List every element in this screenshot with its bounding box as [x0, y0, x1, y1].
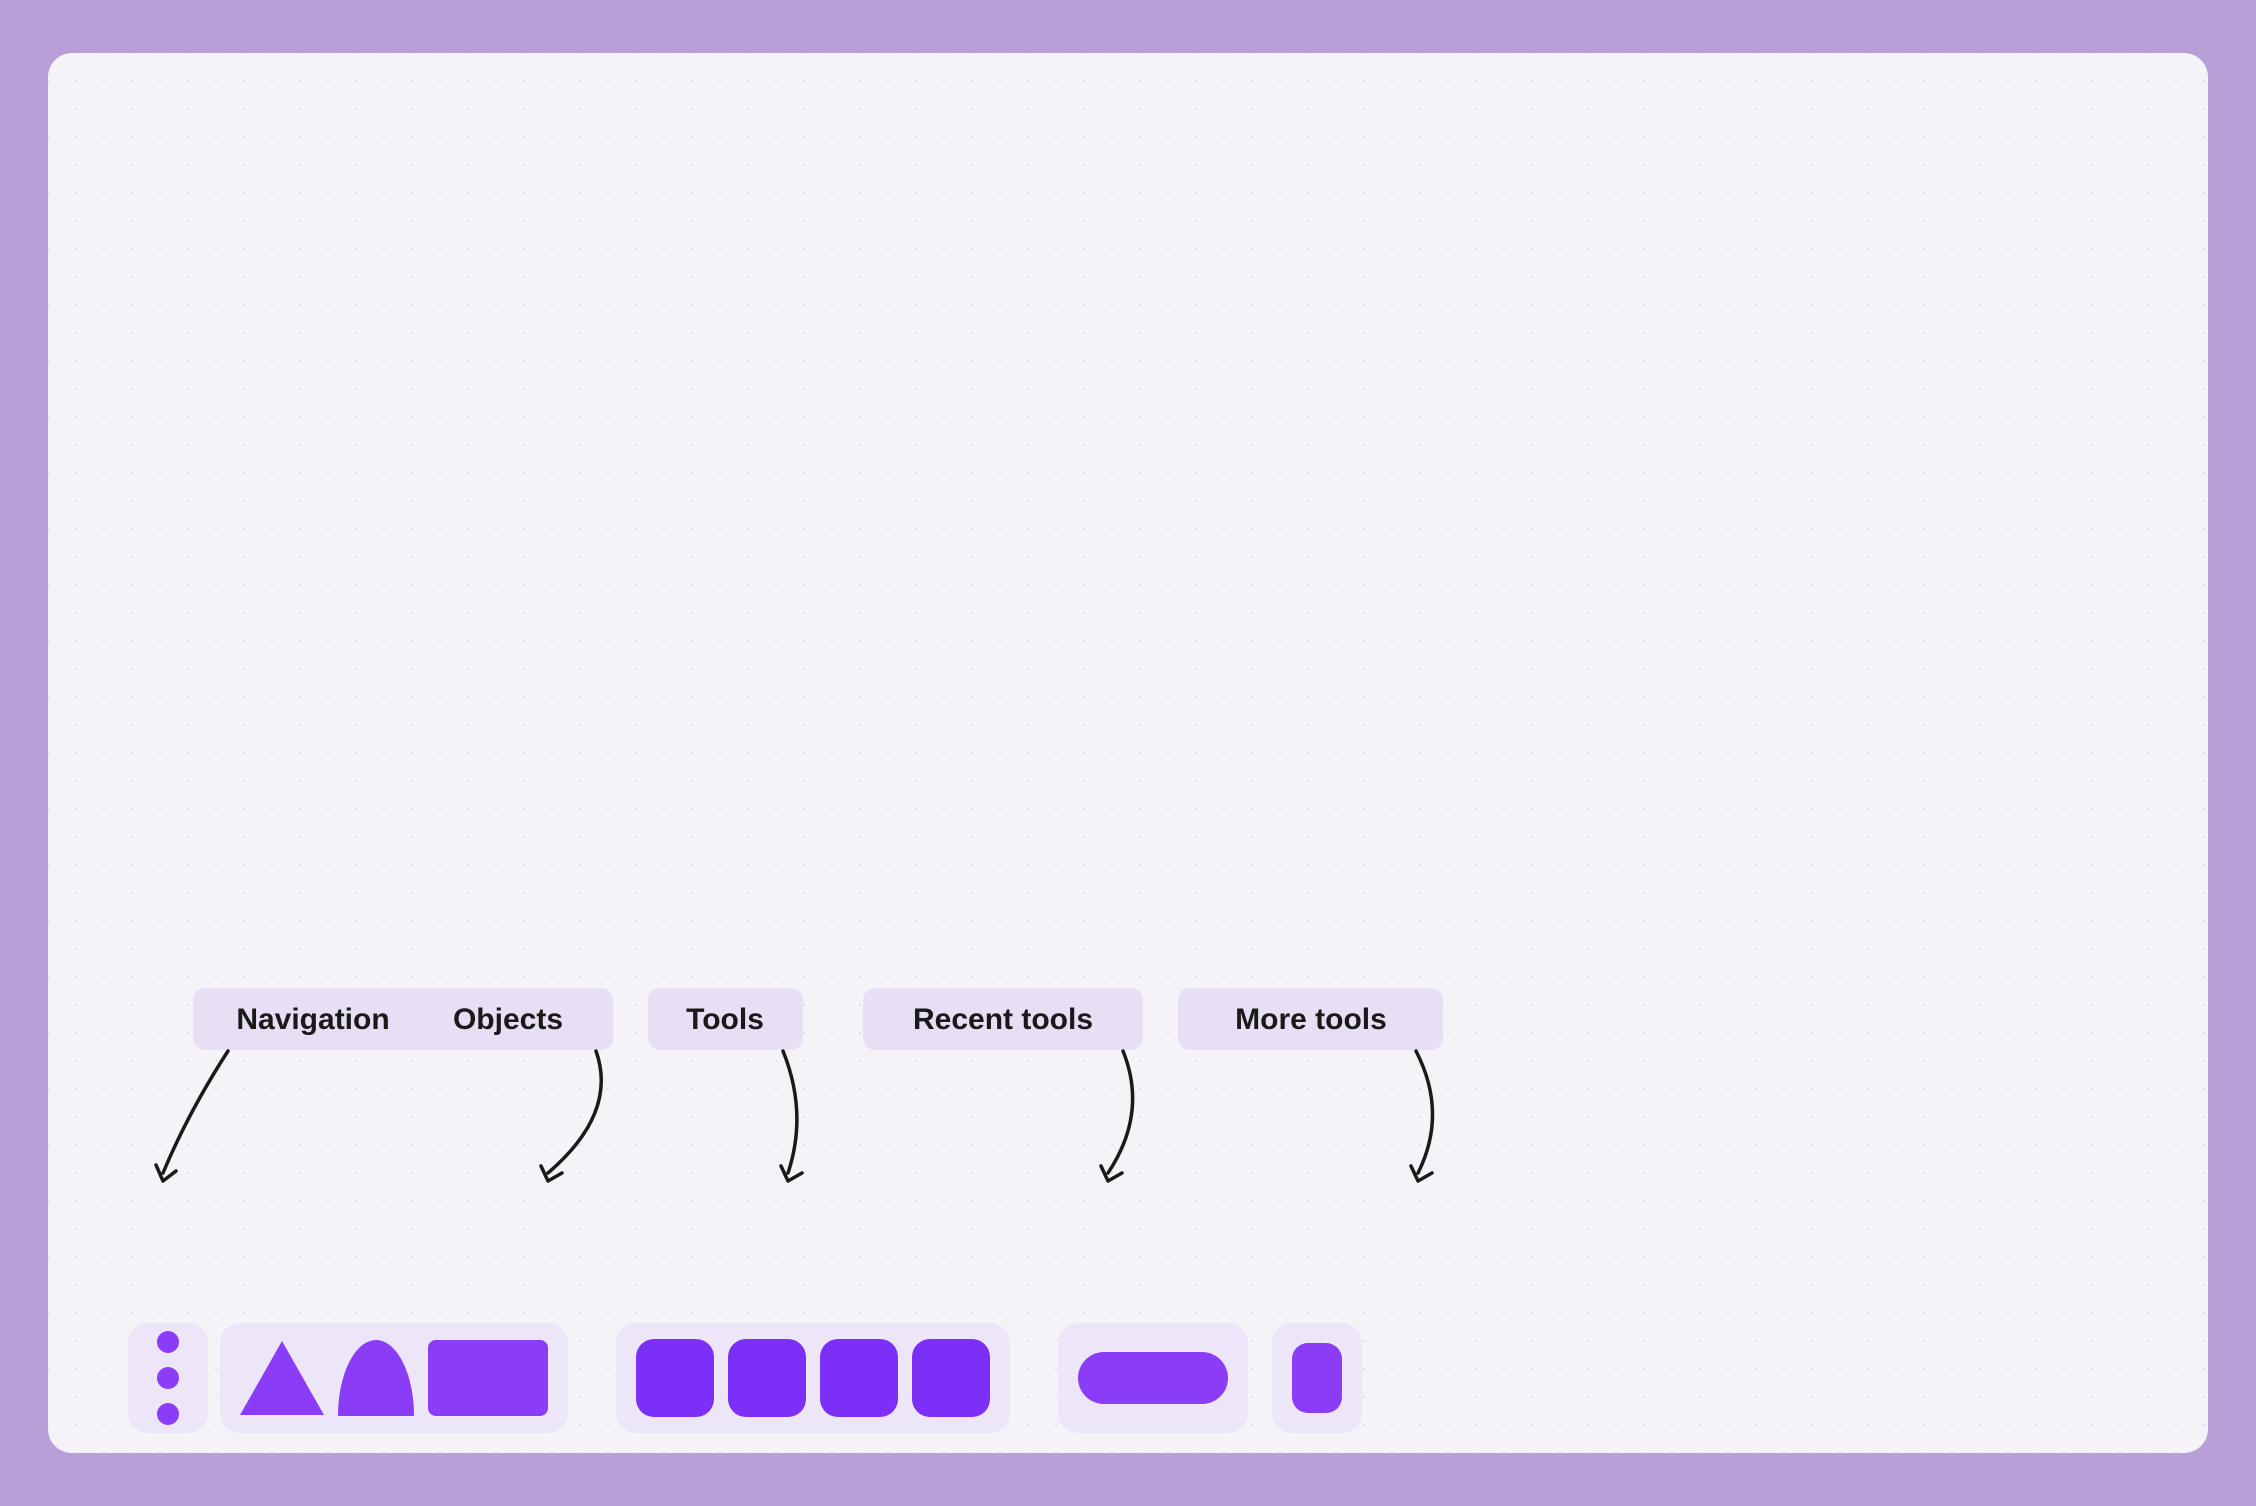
more-tools-section[interactable] [1272, 1323, 1362, 1433]
navigation-section[interactable] [128, 1323, 208, 1433]
recent-tools-label: Recent tools [913, 1003, 1093, 1036]
objects-section[interactable] [220, 1323, 568, 1433]
recent-tool-pill[interactable] [1078, 1352, 1228, 1404]
tool-item-2[interactable] [728, 1339, 806, 1417]
rectangle-shape [428, 1340, 548, 1416]
arch-shape [338, 1340, 414, 1416]
triangle-shape [240, 1341, 324, 1415]
toolbar-area [48, 1173, 2208, 1453]
nav-dot-1 [157, 1331, 179, 1353]
more-tool-item[interactable] [1292, 1343, 1342, 1413]
recent-tools-section[interactable] [1058, 1323, 1248, 1433]
nav-dot-3 [157, 1403, 179, 1425]
nav-dots [157, 1331, 179, 1425]
navigation-label: Navigation [236, 1003, 389, 1036]
tools-label: Tools [686, 1003, 764, 1036]
tool-item-1[interactable] [636, 1339, 714, 1417]
tools-section[interactable] [616, 1323, 1010, 1433]
tool-item-4[interactable] [912, 1339, 990, 1417]
canvas: Navigation Objects Tools Recent tools Mo… [48, 53, 2208, 1453]
toolbar-row [48, 1323, 2208, 1433]
tool-item-3[interactable] [820, 1339, 898, 1417]
nav-dot-2 [157, 1367, 179, 1389]
more-tools-label: More tools [1235, 1003, 1387, 1036]
objects-label: Objects [453, 1003, 563, 1036]
